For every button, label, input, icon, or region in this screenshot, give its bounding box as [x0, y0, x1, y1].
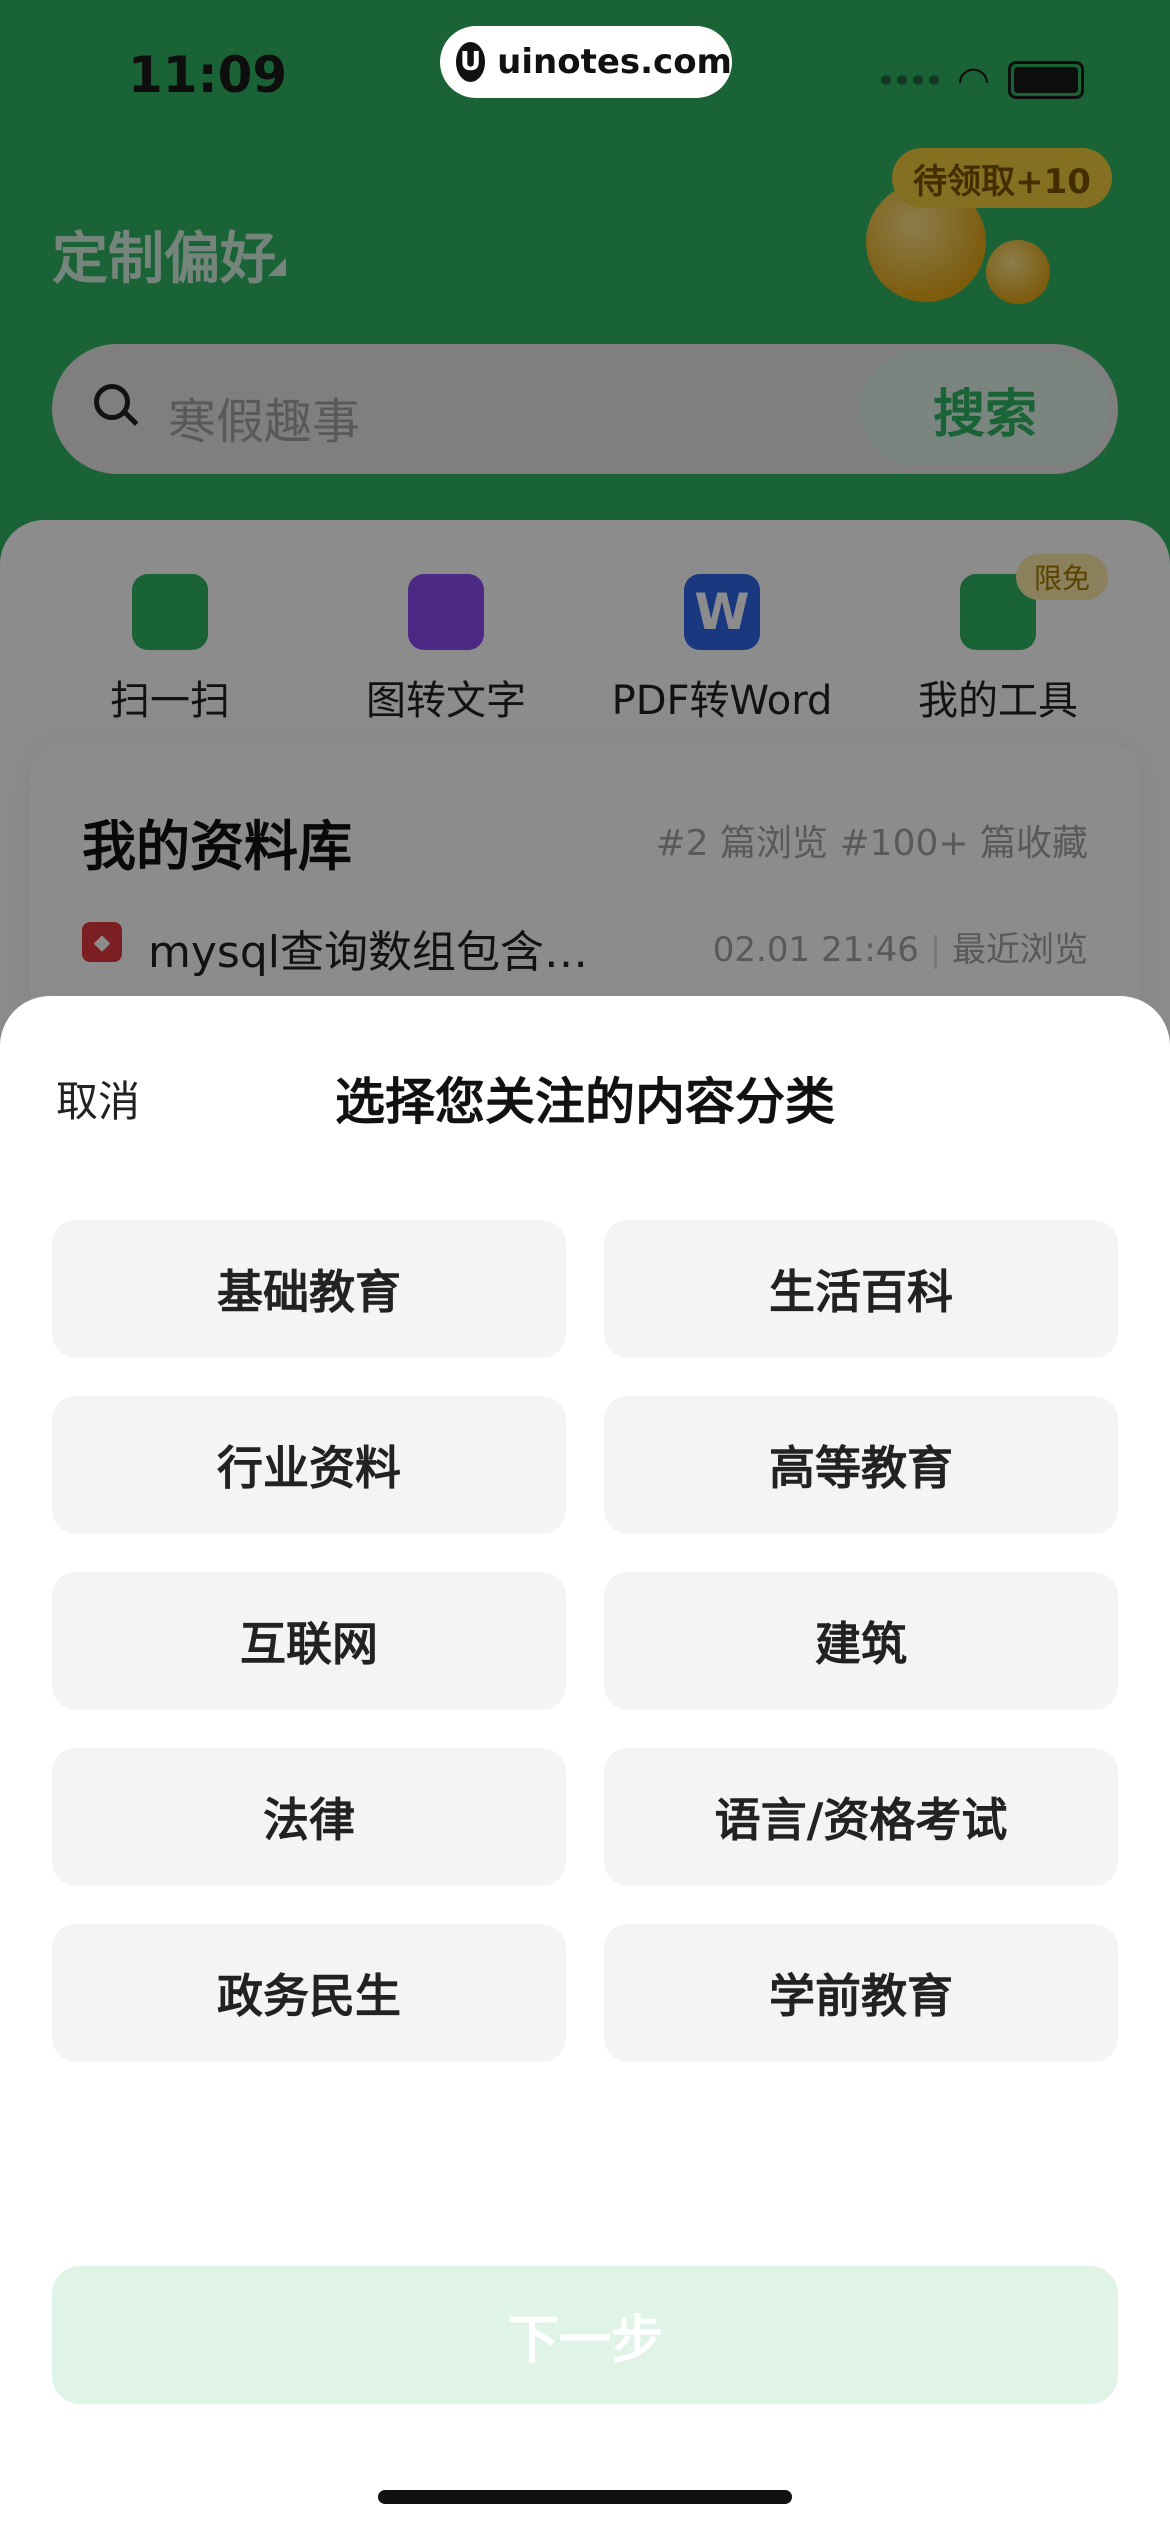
sheet-title: 选择您关注的内容分类 — [335, 1073, 835, 1131]
category-option[interactable]: 建筑 — [604, 1572, 1118, 1710]
category-option[interactable]: 高等教育 — [604, 1396, 1118, 1534]
category-grid: 基础教育 生活百科 行业资料 高等教育 互联网 建筑 法律 语言/资格考试 政务… — [52, 1220, 1118, 2062]
watermark-text: uinotes.com — [497, 42, 732, 82]
category-option[interactable]: 基础教育 — [52, 1220, 566, 1358]
category-option[interactable]: 生活百科 — [604, 1220, 1118, 1358]
category-option[interactable]: 语言/资格考试 — [604, 1748, 1118, 1886]
category-option[interactable]: 行业资料 — [52, 1396, 566, 1534]
next-button[interactable]: 下一步 — [52, 2266, 1118, 2404]
category-option[interactable]: 法律 — [52, 1748, 566, 1886]
category-option[interactable]: 学前教育 — [604, 1924, 1118, 2062]
category-option[interactable]: 互联网 — [52, 1572, 566, 1710]
home-indicator[interactable] — [378, 2490, 792, 2504]
watermark: U uinotes.com — [440, 26, 732, 98]
category-sheet: 取消 选择您关注的内容分类 基础教育 生活百科 行业资料 高等教育 互联网 建筑… — [0, 996, 1170, 2532]
category-option[interactable]: 政务民生 — [52, 1924, 566, 2062]
watermark-logo-icon: U — [456, 42, 486, 82]
